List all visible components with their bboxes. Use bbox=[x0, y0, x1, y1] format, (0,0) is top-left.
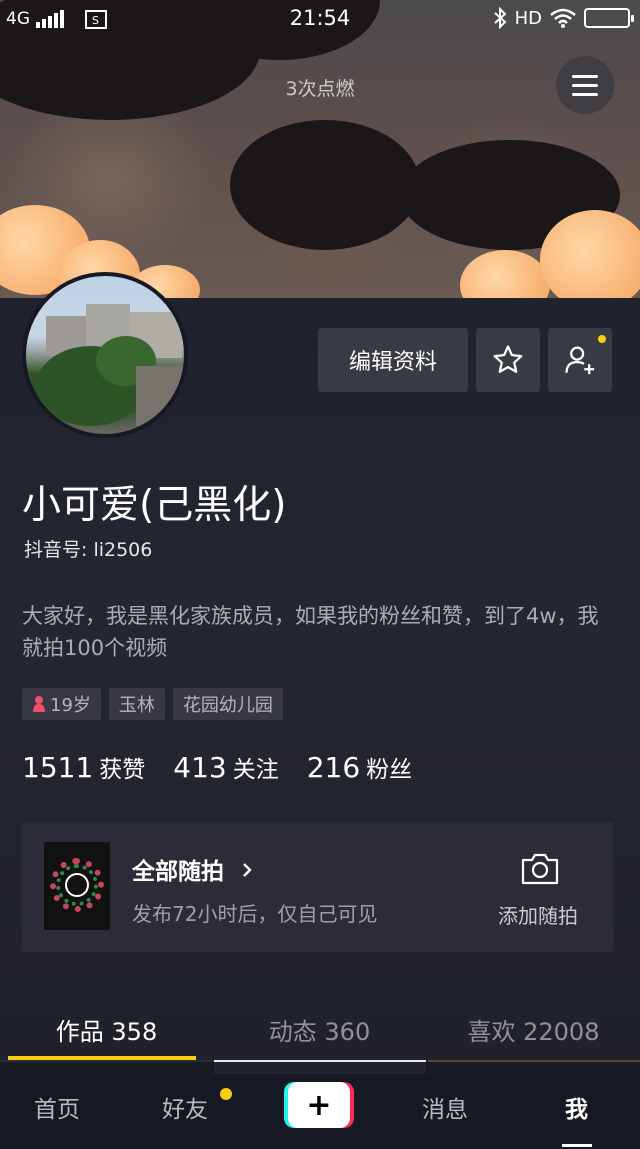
create-button[interactable]: + bbox=[284, 1082, 354, 1128]
bluetooth-icon bbox=[493, 7, 507, 29]
plus-icon: + bbox=[288, 1082, 350, 1128]
burn-count: 3次点燃 bbox=[285, 78, 355, 100]
camera-icon[interactable] bbox=[520, 852, 560, 886]
avatar[interactable] bbox=[22, 272, 188, 438]
menu-icon bbox=[572, 74, 598, 78]
tag-location: 玉林 bbox=[108, 688, 165, 720]
profile-bio: 大家好，我是黑化家族成员，如果我的粉丝和赞，到了4w，我就拍100个视频 bbox=[22, 604, 599, 660]
bottom-nav-bar: 首页 好友 + 消息 我 bbox=[0, 1062, 640, 1149]
chevron-right-icon bbox=[243, 863, 252, 877]
status-bar: 4G S 21:54 HD bbox=[0, 0, 640, 38]
hd-label: HD bbox=[514, 7, 542, 29]
likes-label: 获赞 bbox=[99, 757, 146, 783]
wifi-icon bbox=[550, 8, 576, 28]
nav-friends[interactable]: 好友 bbox=[162, 1090, 208, 1124]
tag-age-label: 19岁 bbox=[50, 695, 91, 716]
nav-me[interactable]: 我 bbox=[565, 1090, 588, 1124]
fans-label[interactable]: 粉丝 bbox=[366, 750, 412, 784]
moments-title[interactable]: 全部随拍 bbox=[132, 852, 254, 886]
douyin-id[interactable]: 抖音号: li2506 bbox=[24, 535, 152, 562]
battery-icon bbox=[584, 8, 634, 28]
tab-works[interactable]: 作品 358 bbox=[0, 1012, 213, 1047]
fans-count[interactable]: 216 bbox=[307, 751, 360, 784]
profile-stats: 1511 获赞 413 关注 216 粉丝 bbox=[22, 750, 440, 784]
moments-card[interactable]: 全部随拍 发布72小时后，仅自己可见 添加随拍 bbox=[22, 822, 614, 952]
profile-tabs: 作品 358 动态 360 喜欢 22008 bbox=[0, 1004, 640, 1062]
notification-dot bbox=[598, 335, 606, 343]
cloud-decoration bbox=[460, 250, 550, 300]
cover-figure bbox=[230, 120, 420, 250]
nav-messages[interactable]: 消息 bbox=[422, 1090, 468, 1124]
profile-name: 小可爱(己黑化) bbox=[22, 483, 287, 528]
moments-thumbnail bbox=[44, 842, 110, 930]
following-count[interactable]: 413 bbox=[173, 751, 226, 784]
menu-button[interactable] bbox=[556, 56, 614, 114]
nav-home[interactable]: 首页 bbox=[34, 1090, 80, 1124]
tag-school: 花园幼儿园 bbox=[172, 688, 283, 720]
tag-age: 19岁 bbox=[22, 688, 101, 720]
edit-profile-button[interactable]: 编辑资料 bbox=[318, 328, 468, 392]
gender-female-icon bbox=[33, 696, 45, 712]
moments-subtitle: 发布72小时后，仅自己可见 bbox=[132, 902, 378, 926]
tab-activity[interactable]: 动态 360 bbox=[213, 1012, 426, 1047]
profile-cover-image[interactable]: 4G S 21:54 HD 3次点燃 bbox=[0, 0, 640, 300]
add-moment-button[interactable]: 添加随拍 bbox=[498, 900, 578, 929]
likes-count: 1511 bbox=[22, 751, 94, 784]
tab-likes[interactable]: 喜欢 22008 bbox=[427, 1012, 640, 1047]
friends-badge-dot bbox=[220, 1088, 232, 1100]
add-user-icon bbox=[565, 346, 595, 375]
following-label[interactable]: 关注 bbox=[233, 750, 279, 784]
favorites-button[interactable] bbox=[476, 328, 540, 392]
star-icon bbox=[493, 345, 523, 373]
profile-tags: 19岁 玉林 花园幼儿园 bbox=[22, 688, 283, 720]
active-indicator bbox=[562, 1144, 592, 1147]
